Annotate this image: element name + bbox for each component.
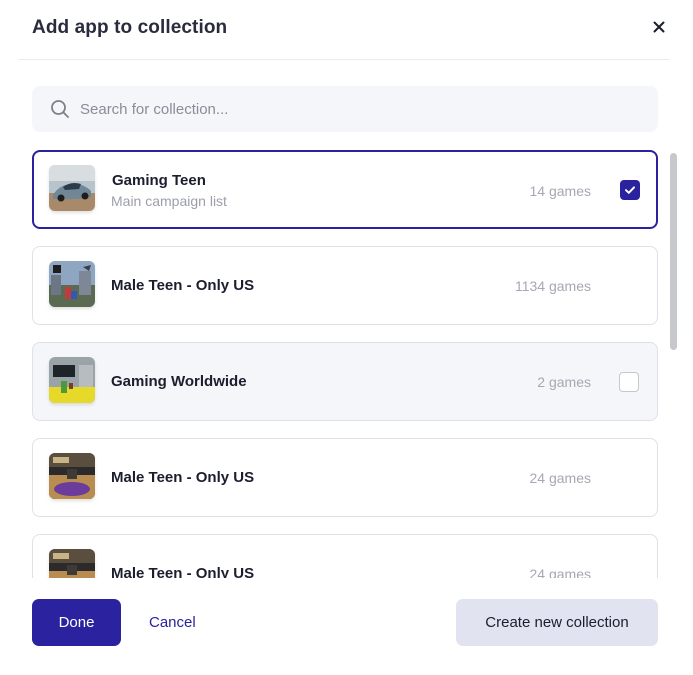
collection-item[interactable]: Male Teen - Only US 24 games: [32, 438, 658, 517]
arena-game-thumbnail: [49, 357, 95, 403]
collection-item[interactable]: Male Teen - Only US 1134 games: [32, 246, 658, 325]
done-button[interactable]: Done: [32, 599, 121, 646]
create-new-collection-button[interactable]: Create new collection: [456, 599, 658, 646]
city-game-thumbnail: [49, 261, 95, 307]
collection-name: Male Teen - Only US: [111, 469, 255, 486]
collection-checkbox[interactable]: [619, 372, 639, 392]
collection-name: Male Teen - Only US: [111, 565, 255, 578]
add-to-collection-dialog: Add app to collection Search for collect…: [0, 0, 693, 675]
collection-item[interactable]: Gaming Worldwide 2 games: [32, 342, 658, 421]
collection-name: Gaming Teen: [112, 172, 206, 189]
basketball-court-thumbnail: [49, 453, 95, 499]
basketball-court-thumbnail: [49, 549, 95, 578]
dialog-title: Add app to collection: [32, 17, 228, 38]
game-count: 24 games: [529, 470, 591, 486]
search-field[interactable]: [32, 86, 658, 132]
collection-list[interactable]: Gaming Teen Main campaign list 14 games: [0, 140, 693, 578]
header-divider: [18, 59, 670, 60]
collection-name: Male Teen - Only US: [111, 277, 255, 294]
search-icon: [50, 99, 70, 119]
racing-car-thumbnail: [49, 165, 95, 211]
game-count: 2 games: [537, 374, 591, 390]
cancel-button[interactable]: Cancel: [149, 614, 196, 631]
game-count: 24 games: [529, 566, 591, 578]
collection-item[interactable]: Male Teen - Only US 24 games: [32, 534, 658, 578]
search-input[interactable]: [80, 86, 640, 132]
game-count: 14 games: [529, 183, 591, 199]
dialog-header: Add app to collection: [0, 0, 693, 60]
collection-checkbox[interactable]: [620, 180, 640, 200]
dialog-footer: Done Cancel Create new collection: [0, 578, 693, 675]
collection-name: Gaming Worldwide: [111, 373, 247, 390]
checkmark-icon: [625, 186, 635, 194]
collection-item[interactable]: Gaming Teen Main campaign list 14 games: [32, 150, 658, 229]
close-icon[interactable]: [650, 18, 668, 36]
game-count: 1134 games: [514, 278, 591, 294]
scrollbar-thumb[interactable]: [670, 153, 677, 350]
collection-description: Main campaign list: [111, 193, 227, 209]
